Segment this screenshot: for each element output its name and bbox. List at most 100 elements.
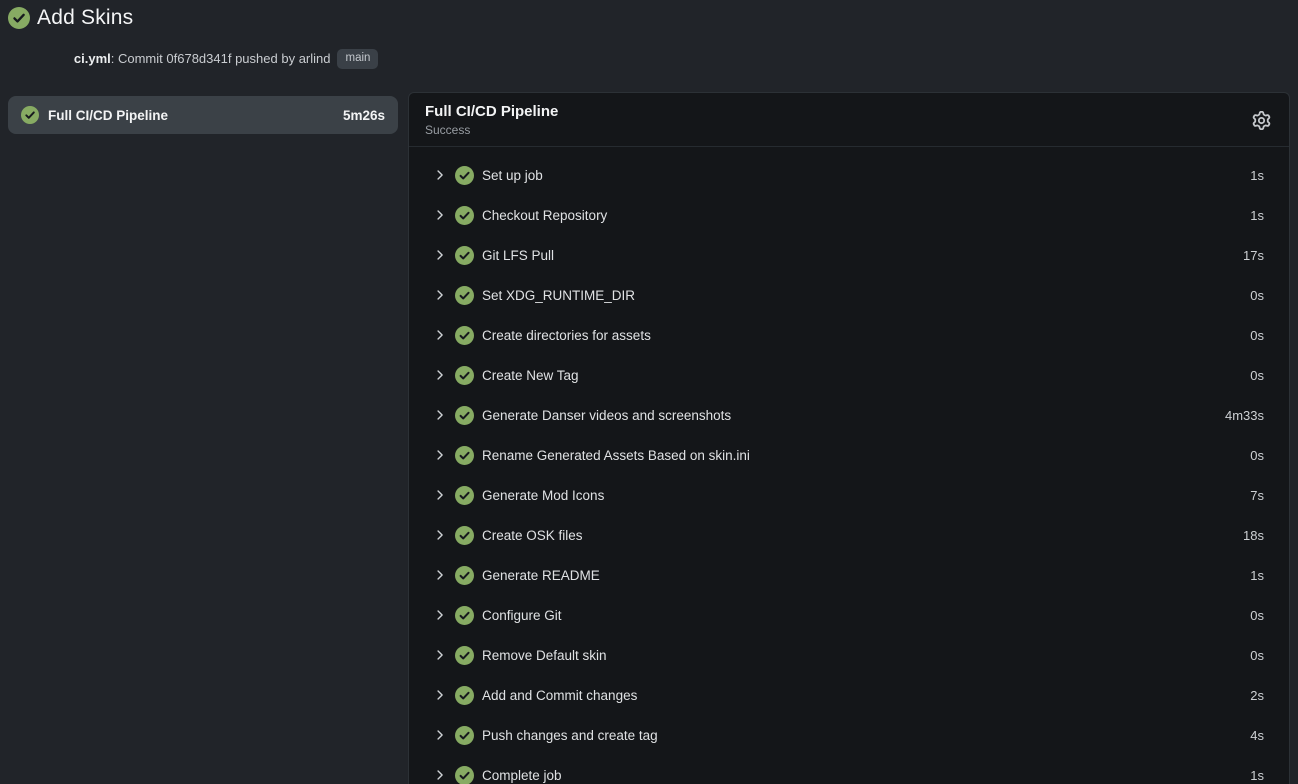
step-row[interactable]: Generate README 1s: [409, 555, 1289, 595]
chevron-right-icon: [433, 648, 447, 662]
step-name: Generate Danser videos and screenshots: [482, 408, 1217, 423]
step-status-success-icon: [455, 326, 474, 345]
step-name: Complete job: [482, 768, 1242, 783]
step-name: Set up job: [482, 168, 1242, 183]
step-status-success-icon: [455, 406, 474, 425]
step-row[interactable]: Generate Danser videos and screenshots 4…: [409, 395, 1289, 435]
step-row[interactable]: Complete job 1s: [409, 755, 1289, 784]
step-name: Create New Tag: [482, 368, 1242, 383]
jobs-sidebar: Full CI/CD Pipeline 5m26s: [8, 92, 398, 134]
step-status-success-icon: [455, 526, 474, 545]
step-duration: 18s: [1243, 528, 1264, 543]
commit-sha-link[interactable]: 0f678d341f: [166, 51, 231, 66]
step-duration: 4s: [1250, 728, 1264, 743]
run-status-success-icon: [8, 7, 30, 29]
job-item-full-ci-cd-pipeline[interactable]: Full CI/CD Pipeline 5m26s: [8, 96, 398, 134]
step-status-success-icon: [455, 166, 474, 185]
step-row[interactable]: Configure Git 0s: [409, 595, 1289, 635]
step-duration: 1s: [1250, 568, 1264, 583]
step-name: Git LFS Pull: [482, 248, 1235, 263]
chevron-right-icon: [433, 288, 447, 302]
step-duration: 0s: [1250, 448, 1264, 463]
step-status-success-icon: [455, 766, 474, 784]
run-header: Add Skins ci.yml: Commit 0f678d341f push…: [0, 0, 1298, 92]
job-duration: 5m26s: [343, 108, 385, 123]
step-row[interactable]: Checkout Repository 1s: [409, 195, 1289, 235]
step-row[interactable]: Create directories for assets 0s: [409, 315, 1289, 355]
step-row[interactable]: Create OSK files 18s: [409, 515, 1289, 555]
step-row[interactable]: Git LFS Pull 17s: [409, 235, 1289, 275]
job-settings-button[interactable]: [1248, 107, 1275, 134]
chevron-right-icon: [433, 448, 447, 462]
step-name: Create OSK files: [482, 528, 1235, 543]
step-name: Configure Git: [482, 608, 1242, 623]
step-duration: 0s: [1250, 648, 1264, 663]
step-status-success-icon: [455, 486, 474, 505]
run-body: Full CI/CD Pipeline 5m26s Full CI/CD Pip…: [0, 92, 1298, 784]
chevron-right-icon: [433, 688, 447, 702]
branch-badge[interactable]: main: [337, 49, 378, 69]
step-name: Rename Generated Assets Based on skin.in…: [482, 448, 1242, 463]
chevron-right-icon: [433, 408, 447, 422]
workflow-file-name: ci.yml: [74, 51, 111, 66]
step-row[interactable]: Push changes and create tag 4s: [409, 715, 1289, 755]
step-row[interactable]: Generate Mod Icons 7s: [409, 475, 1289, 515]
step-name: Create directories for assets: [482, 328, 1242, 343]
step-duration: 4m33s: [1225, 408, 1264, 423]
step-name: Push changes and create tag: [482, 728, 1242, 743]
step-row[interactable]: Add and Commit changes 2s: [409, 675, 1289, 715]
pushed-by-text: pushed by: [231, 51, 298, 66]
chevron-right-icon: [433, 768, 447, 782]
job-status-text: Success: [425, 123, 1248, 137]
step-duration: 0s: [1250, 608, 1264, 623]
step-row[interactable]: Set XDG_RUNTIME_DIR 0s: [409, 275, 1289, 315]
step-duration: 1s: [1250, 168, 1264, 183]
commit-author-link[interactable]: arlind: [299, 51, 331, 66]
chevron-right-icon: [433, 248, 447, 262]
step-name: Generate Mod Icons: [482, 488, 1242, 503]
step-name: Remove Default skin: [482, 648, 1242, 663]
chevron-right-icon: [433, 488, 447, 502]
chevron-right-icon: [433, 168, 447, 182]
job-detail-panel: Full CI/CD Pipeline Success Set up job 1…: [408, 92, 1290, 784]
step-status-success-icon: [455, 366, 474, 385]
page-title: Add Skins: [37, 6, 133, 30]
step-status-success-icon: [455, 206, 474, 225]
step-duration: 7s: [1250, 488, 1264, 503]
chevron-right-icon: [433, 208, 447, 222]
step-name: Add and Commit changes: [482, 688, 1242, 703]
steps-list: Set up job 1s Checkout Repository 1s Git…: [409, 147, 1289, 784]
step-duration: 0s: [1250, 328, 1264, 343]
step-status-success-icon: [455, 286, 474, 305]
chevron-right-icon: [433, 728, 447, 742]
chevron-right-icon: [433, 328, 447, 342]
step-duration: 1s: [1250, 208, 1264, 223]
commit-prefix-text: : Commit: [111, 51, 167, 66]
run-subtitle: ci.yml: Commit 0f678d341f pushed by arli…: [45, 32, 1288, 86]
step-status-success-icon: [455, 646, 474, 665]
job-status-success-icon: [21, 106, 39, 124]
step-row[interactable]: Rename Generated Assets Based on skin.in…: [409, 435, 1289, 475]
step-status-success-icon: [455, 686, 474, 705]
chevron-right-icon: [433, 608, 447, 622]
step-duration: 0s: [1250, 368, 1264, 383]
job-name: Full CI/CD Pipeline: [48, 108, 334, 123]
chevron-right-icon: [433, 368, 447, 382]
step-duration: 17s: [1243, 248, 1264, 263]
job-detail-header: Full CI/CD Pipeline Success: [409, 93, 1289, 147]
step-status-success-icon: [455, 606, 474, 625]
step-status-success-icon: [455, 246, 474, 265]
step-duration: 2s: [1250, 688, 1264, 703]
step-row[interactable]: Create New Tag 0s: [409, 355, 1289, 395]
actions-run-page: Add Skins ci.yml: Commit 0f678d341f push…: [0, 0, 1298, 784]
step-status-success-icon: [455, 726, 474, 745]
step-status-success-icon: [455, 446, 474, 465]
chevron-right-icon: [433, 528, 447, 542]
step-name: Checkout Repository: [482, 208, 1242, 223]
step-name: Set XDG_RUNTIME_DIR: [482, 288, 1242, 303]
step-row[interactable]: Remove Default skin 0s: [409, 635, 1289, 675]
step-status-success-icon: [455, 566, 474, 585]
step-duration: 1s: [1250, 768, 1264, 783]
job-detail-title: Full CI/CD Pipeline: [425, 103, 1248, 120]
step-row[interactable]: Set up job 1s: [409, 155, 1289, 195]
